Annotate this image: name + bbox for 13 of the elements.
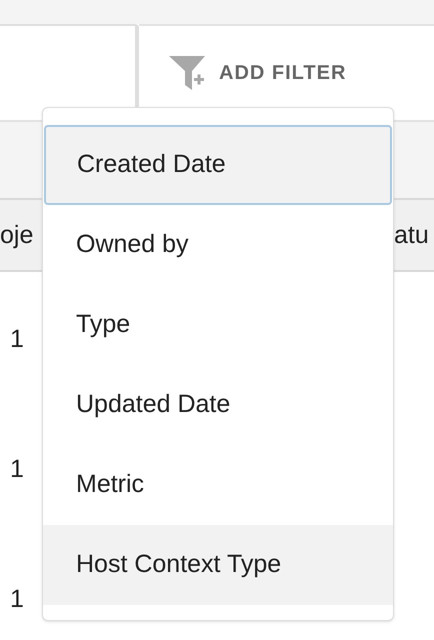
menu-item[interactable]: Created Date	[44, 125, 392, 205]
filter-add-icon	[169, 56, 207, 90]
table-cell-text: 1	[10, 454, 24, 486]
column-header[interactable]: atu	[394, 217, 429, 254]
menu-item[interactable]: Type	[43, 285, 393, 365]
table-cell-text: 1	[10, 324, 24, 356]
menu-item[interactable]: Host Context Type	[43, 525, 393, 605]
menu-item[interactable]: Owned by	[43, 205, 393, 285]
add-filter-button[interactable]: ADD FILTER	[169, 56, 346, 90]
menu-item[interactable]: Updated Date	[43, 365, 393, 445]
column-header[interactable]: oje	[0, 217, 34, 254]
table-cell-text: 1	[10, 584, 24, 616]
menu-item[interactable]: Metric	[43, 445, 393, 525]
